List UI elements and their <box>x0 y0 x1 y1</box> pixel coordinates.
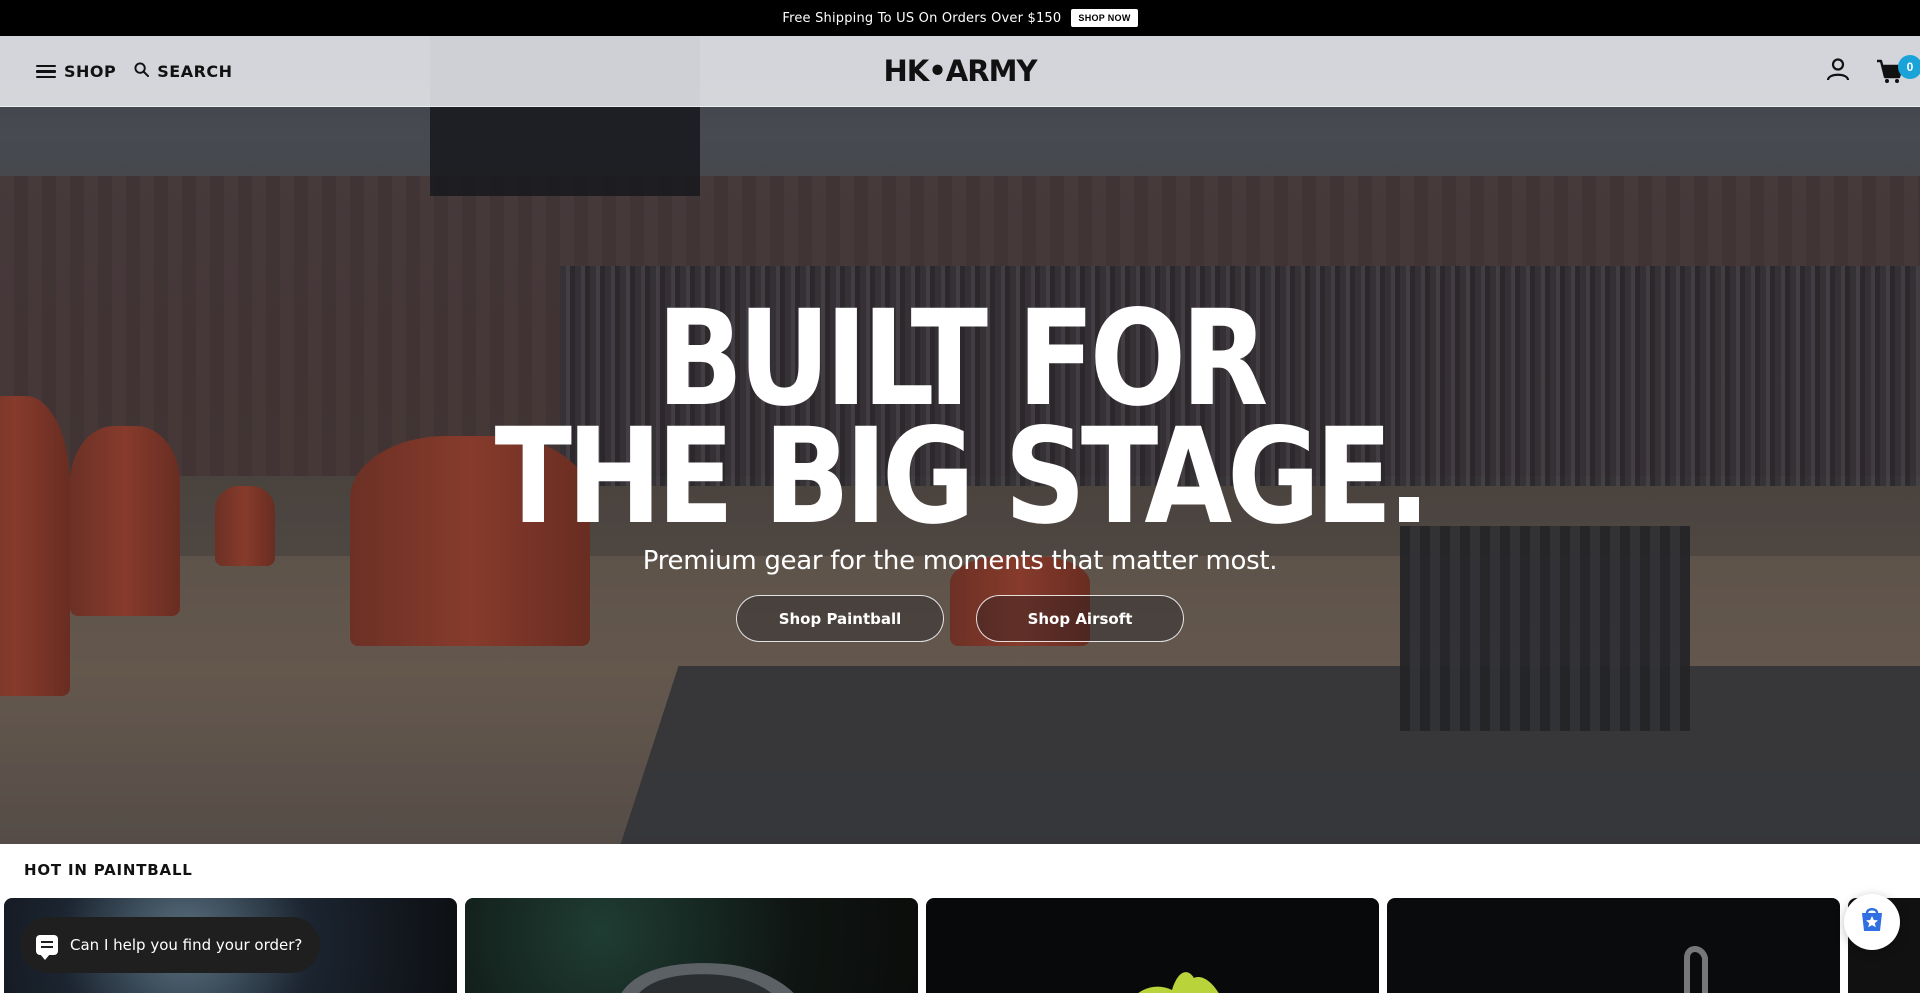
chat-icon <box>36 935 58 960</box>
user-icon[interactable] <box>1826 57 1850 86</box>
shop-menu-button[interactable]: SHOP <box>36 62 116 81</box>
rewards-button[interactable] <box>1844 894 1900 950</box>
chat-prompt: Can I help you find your order? <box>70 936 303 954</box>
search-label: SEARCH <box>157 62 233 81</box>
rewards-star-icon <box>1857 905 1887 940</box>
site-header: SHOP SEARCH HK•ARMY 0 <box>0 36 1920 107</box>
product-image <box>1684 946 1708 993</box>
search-button[interactable]: SEARCH <box>134 62 232 81</box>
product-image <box>1138 972 1219 993</box>
section-title: HOT IN PAINTBALL <box>24 861 193 879</box>
product-card[interactable] <box>926 898 1379 993</box>
shop-now-button[interactable]: SHOP NOW <box>1071 9 1138 27</box>
product-image <box>621 963 794 993</box>
cart-count-badge: 0 <box>1898 54 1920 79</box>
product-card[interactable] <box>1387 898 1840 993</box>
hero-content: BUILT FOR THE BIG STAGE. Premium gear fo… <box>0 293 1920 642</box>
announcement-text: Free Shipping To US On Orders Over $150 <box>782 10 1062 26</box>
chat-widget[interactable]: Can I help you find your order? <box>20 917 321 973</box>
search-icon <box>134 62 150 81</box>
site-logo[interactable]: HK•ARMY <box>884 54 1038 88</box>
hero-headline-line2: THE BIG STAGE. <box>494 400 1431 554</box>
shop-menu-label: SHOP <box>64 62 117 81</box>
hamburger-icon <box>36 64 56 79</box>
announcement-bar: Free Shipping To US On Orders Over $150 … <box>0 0 1920 36</box>
shop-paintball-button[interactable]: Shop Paintball <box>736 595 944 642</box>
product-card[interactable] <box>465 898 918 993</box>
cart-button[interactable]: 0 <box>1876 54 1920 86</box>
hero-headline: BUILT FOR THE BIG STAGE. <box>134 293 1785 554</box>
shop-airsoft-button[interactable]: Shop Airsoft <box>976 595 1184 642</box>
